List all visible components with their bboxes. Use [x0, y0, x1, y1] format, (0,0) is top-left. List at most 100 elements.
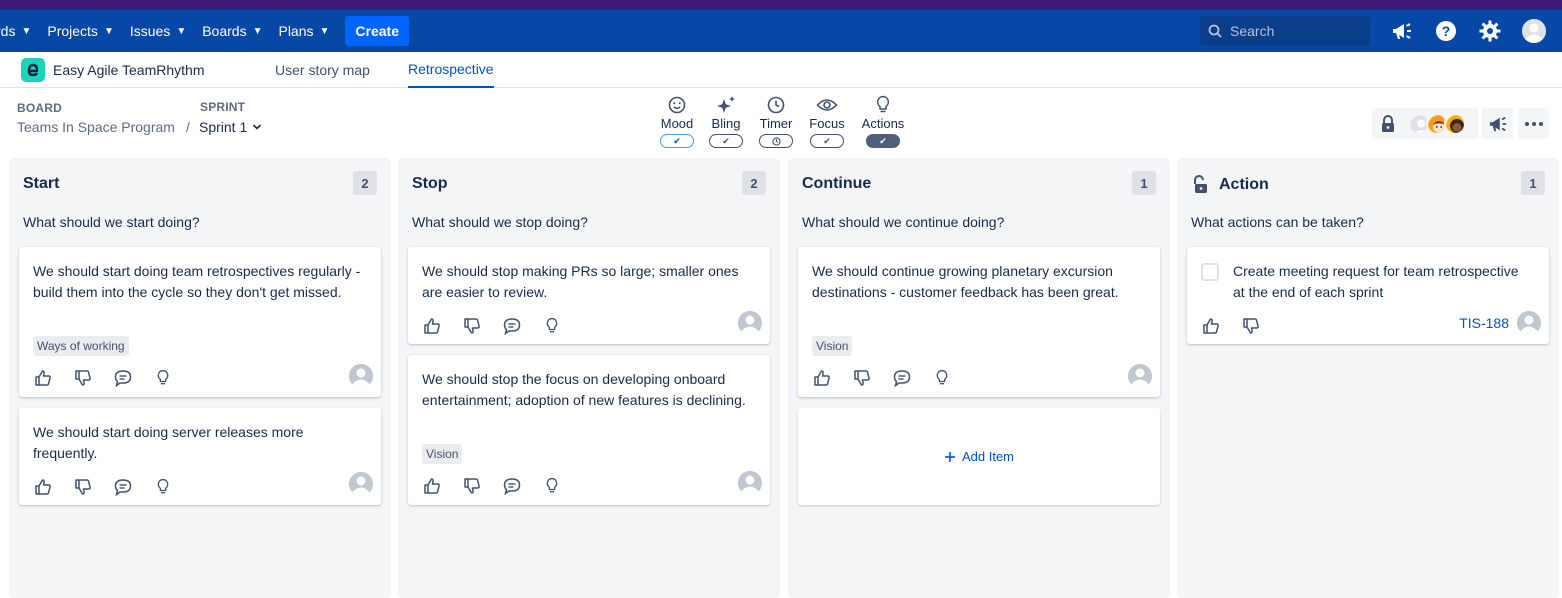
- retro-card[interactable]: We should start doing team retrospective…: [19, 247, 381, 397]
- column-continue: Continue 1 What should we continue doing…: [788, 158, 1170, 598]
- column-count: 2: [353, 171, 377, 195]
- card-tag[interactable]: Vision: [422, 444, 463, 464]
- lightbulb-icon[interactable]: [542, 476, 562, 496]
- chevron-down-icon: ▼: [103, 25, 114, 37]
- thumbs-up-icon[interactable]: [33, 368, 53, 388]
- thumbs-up-icon[interactable]: [33, 477, 53, 497]
- nav-dashboards[interactable]: rds▼: [0, 23, 31, 39]
- app-name: Easy Agile TeamRhythm: [53, 61, 205, 78]
- chevron-down-icon: ▼: [176, 25, 187, 37]
- nav-issues[interactable]: Issues ▼: [130, 23, 186, 39]
- action-card[interactable]: Create meeting request for team retrospe…: [1187, 247, 1549, 344]
- user-avatar[interactable]: [1522, 19, 1546, 43]
- avatar: [1444, 112, 1466, 135]
- card-actions: [1201, 316, 1261, 336]
- issue-key-link[interactable]: TIS-188: [1459, 315, 1509, 331]
- thumbs-down-icon[interactable]: [73, 477, 93, 497]
- svg-text:?: ?: [1442, 23, 1451, 39]
- announce-button[interactable]: [1482, 108, 1513, 139]
- create-button[interactable]: Create: [345, 16, 410, 46]
- help-icon[interactable]: ?: [1434, 19, 1458, 43]
- search-input[interactable]: Search: [1200, 16, 1370, 46]
- column-question: What should we continue doing?: [802, 214, 1005, 230]
- column-action: Action 1 What actions can be taken? Crea…: [1177, 158, 1559, 598]
- card-tag[interactable]: Vision: [812, 336, 853, 356]
- column-stop: Stop 2 What should we stop doing? We sho…: [398, 158, 780, 598]
- column-count: 1: [1521, 171, 1545, 195]
- search-icon: [1208, 24, 1222, 38]
- card-actions: [812, 368, 952, 388]
- lightbulb-icon[interactable]: [932, 368, 952, 388]
- card-tag[interactable]: Ways of working: [33, 336, 129, 356]
- breadcrumb-separator: /: [186, 119, 190, 135]
- add-item-button[interactable]: Add Item: [798, 408, 1160, 505]
- more-options-button[interactable]: [1518, 108, 1549, 139]
- mood-toggle[interactable]: ✔: [660, 134, 694, 148]
- tool-focus[interactable]: Focus ✔: [797, 95, 857, 148]
- thumbs-down-icon[interactable]: [1241, 316, 1261, 336]
- tool-actions[interactable]: Actions ✔: [853, 95, 913, 148]
- chevron-down-icon: [253, 124, 262, 130]
- thumbs-down-icon[interactable]: [462, 316, 482, 336]
- retro-card[interactable]: We should stop the focus on developing o…: [408, 355, 770, 505]
- lightbulb-icon[interactable]: [542, 316, 562, 336]
- unlock-icon[interactable]: [1191, 175, 1209, 195]
- settings-gear-icon[interactable]: [1478, 19, 1502, 43]
- nav-projects[interactable]: Projects ▼: [47, 23, 113, 39]
- nav-plans[interactable]: Plans ▼: [278, 23, 329, 39]
- sprint-label: SPRINT: [200, 100, 246, 114]
- column-title: Stop: [412, 175, 448, 192]
- card-text: We should continue growing planetary exc…: [812, 263, 1119, 300]
- notifications-megaphone-icon[interactable]: [1390, 19, 1414, 43]
- actions-toggle[interactable]: ✔: [866, 134, 900, 148]
- tab-user-story-map[interactable]: User story map: [275, 52, 370, 88]
- comment-icon[interactable]: [113, 477, 133, 497]
- column-question: What actions can be taken?: [1191, 214, 1364, 230]
- thumbs-down-icon[interactable]: [462, 476, 482, 496]
- action-checkbox[interactable]: [1201, 263, 1219, 281]
- column-start: Start 2 What should we start doing? We s…: [9, 158, 391, 598]
- participants-group[interactable]: [1372, 108, 1478, 139]
- comment-icon[interactable]: [502, 476, 522, 496]
- comment-icon[interactable]: [113, 368, 133, 388]
- card-actions: [422, 316, 562, 336]
- thumbs-down-icon[interactable]: [852, 368, 872, 388]
- comment-icon[interactable]: [502, 316, 522, 336]
- thumbs-up-icon[interactable]: [422, 476, 442, 496]
- thumbs-up-icon[interactable]: [422, 316, 442, 336]
- column-question: What should we start doing?: [23, 214, 200, 230]
- lock-icon[interactable]: [1380, 114, 1396, 133]
- eye-icon: [797, 95, 857, 115]
- card-text: We should start doing server releases mo…: [33, 424, 304, 461]
- column-title: Continue: [802, 175, 872, 192]
- chevron-down-icon: ▼: [319, 25, 330, 37]
- column-count: 1: [1132, 171, 1156, 195]
- column-title: Start: [23, 175, 60, 192]
- nav-right-group: Search ?: [1200, 10, 1562, 52]
- avatar: [349, 364, 373, 388]
- bling-toggle[interactable]: ✔: [709, 134, 743, 148]
- board-name-link[interactable]: Teams In Space Program: [17, 119, 175, 135]
- lightbulb-icon[interactable]: [153, 368, 173, 388]
- retro-card[interactable]: We should continue growing planetary exc…: [798, 247, 1160, 397]
- retro-card[interactable]: We should stop making PRs so large; smal…: [408, 247, 770, 344]
- retro-board: Start 2 What should we start doing? We s…: [0, 158, 1562, 598]
- thumbs-up-icon[interactable]: [812, 368, 832, 388]
- focus-toggle[interactable]: ✔: [810, 134, 844, 148]
- thumbs-down-icon[interactable]: [73, 368, 93, 388]
- app-logo-icon: [21, 57, 45, 82]
- tab-retrospective[interactable]: Retrospective: [408, 52, 494, 88]
- participant-avatars: [1402, 112, 1466, 135]
- retro-card[interactable]: We should start doing server releases mo…: [19, 408, 381, 505]
- lightbulb-icon[interactable]: [153, 477, 173, 497]
- timer-toggle[interactable]: [759, 134, 793, 148]
- megaphone-icon: [1489, 116, 1506, 131]
- avatar: [738, 311, 762, 335]
- avatar: [738, 471, 762, 495]
- card-text: We should stop the focus on developing o…: [422, 371, 746, 408]
- nav-boards[interactable]: Boards ▼: [202, 23, 262, 39]
- thumbs-up-icon[interactable]: [1201, 316, 1221, 336]
- column-title: Action: [1191, 175, 1269, 195]
- sprint-selector[interactable]: Sprint 1: [199, 119, 262, 135]
- comment-icon[interactable]: [892, 368, 912, 388]
